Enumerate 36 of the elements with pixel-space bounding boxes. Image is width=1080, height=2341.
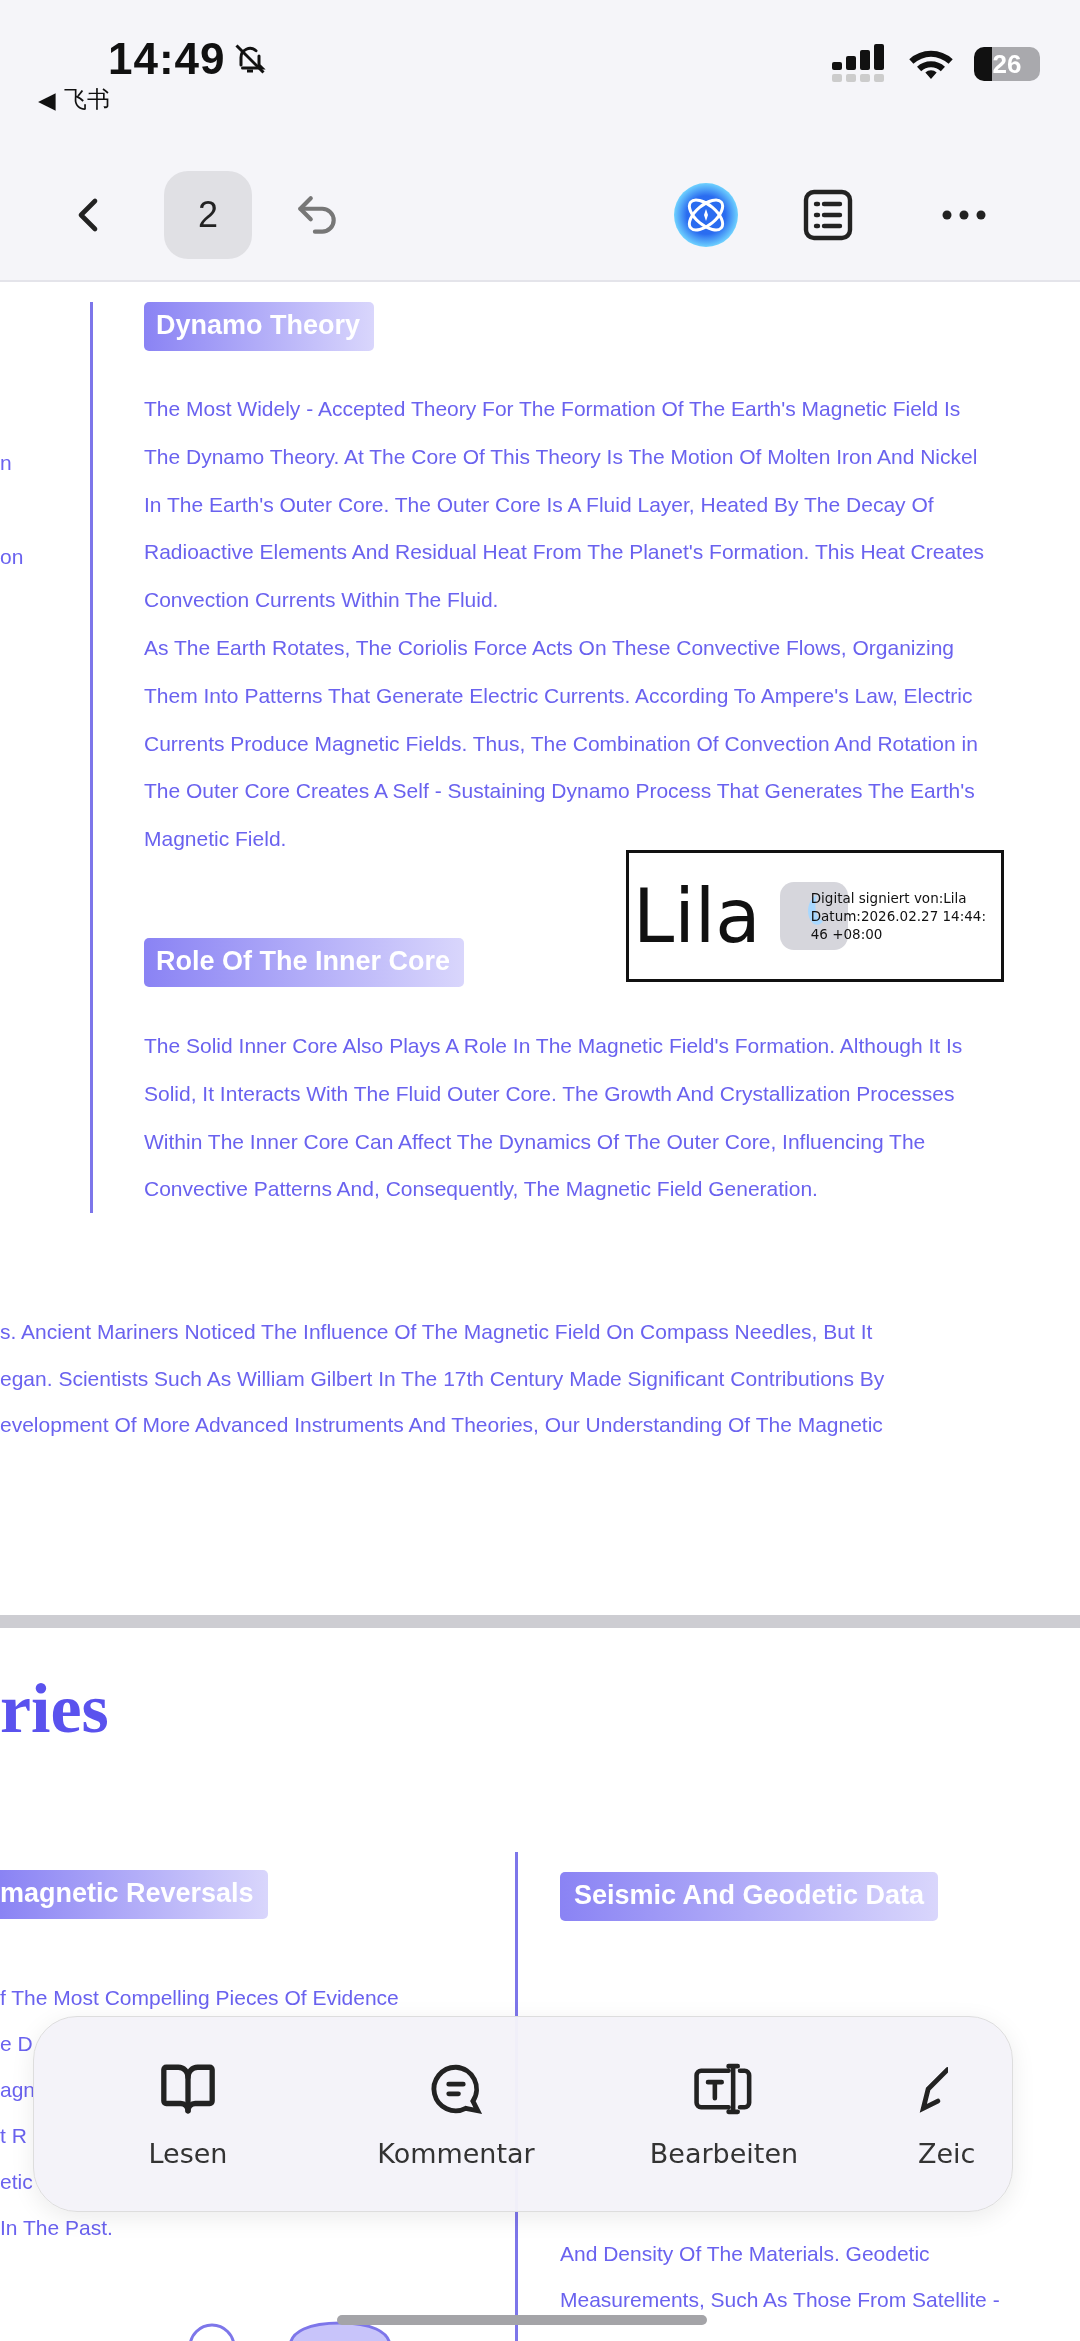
section-heading: Role Of The Inner Core — [144, 937, 465, 987]
text-fragment: on — [0, 545, 25, 569]
text-line: agn — [0, 2077, 36, 2103]
signature-name: Lila — [633, 878, 761, 953]
text-line: e D — [0, 2031, 33, 2057]
list-icon — [802, 188, 854, 242]
battery-icon: 26 — [974, 47, 1040, 81]
back-arrow[interactable]: ◀ — [38, 86, 56, 113]
section-heading: Dynamo Theory — [144, 302, 375, 351]
page-title: ries — [0, 1674, 110, 1744]
paragraph: As The Earth Rotates, The Coriolis Force Acts On These Convective Flows, Organizing Them Into Patterns That Generate Electric Currents. According To Ampere's Law, Electric Currents Produce Magnetic Fields. Thus, The Combination Of Convection And Rotation in The Outer Core Creates A Self - Sustaining Dynamo Process That Generates The Earth's Magnetic Field. — [144, 635, 979, 853]
paragraph: The Most Widely - Accepted Theory For The Formation Of The Earth's Magnetic Field Is The Dynamo Theory. At The Core Of This Theory Is The Motion Of Molten Iron And Nickel In The Earth's Outer Core. The Outer Core Is A Fluid Layer, Heated By The Decay Of Radioactive Elements And Residual Heat From The Planet's Formation. This Heat Creates Convection Currents Within The Fluid. — [144, 396, 986, 614]
toolbar-button[interactable]: Lesen — [54, 2059, 322, 2169]
text-line: f The Most Compelling Pieces Of Evidence — [0, 1985, 399, 2011]
ai-orbit-icon — [672, 181, 740, 249]
toolbar-button[interactable]: Bearbeiten — [590, 2059, 858, 2169]
section-heading: Seismic And Geodetic Data — [560, 1872, 939, 1921]
more-icon — [942, 210, 986, 220]
ai-assistant-button[interactable] — [672, 181, 740, 249]
toolbar-button[interactable]: Zeic — [858, 2059, 1012, 2169]
text-fragment: n — [0, 451, 13, 475]
clock-time: 14:49 — [108, 34, 226, 84]
toolbar-button[interactable]: Kommentar — [322, 2059, 590, 2169]
more-button[interactable] — [942, 210, 986, 220]
text-line: And Density Of The Materials. Geodetic — [560, 2241, 930, 2267]
paragraph: s. Ancient Mariners Noticed The Influence Of The Magnetic Field On Compass Needles, But It egan. Scientists Such As William Gilbert In The 17th Century Made Significant Contributions By evelopment Of More Advanced Instruments And Theories, Our Understanding Of The Magnetic — [0, 1319, 886, 1439]
text-line: In The Past. — [0, 2215, 113, 2241]
back-app-link[interactable]: 飞书 — [63, 84, 110, 115]
signature-details: Digital signiert von:Lila Datum:2026.02.27 14:44: 46 +08:00 — [810, 888, 986, 943]
page-number-button[interactable]: 2 — [164, 171, 252, 259]
paragraph: The Solid Inner Core Also Plays A Role In The Magnetic Field's Formation. Although It Is Solid, It Interacts With The Fluid Outer Core. The Growth And Crystallization Processes Within The Inner Core Can Affect The Dynamics Of The Outer Core, Influencing The Convective Patterns And, Consequently, The Magnetic Field Generation. — [144, 1032, 964, 1203]
section-heading: magnetic Reversals — [0, 1870, 268, 1919]
list-button[interactable] — [802, 188, 854, 242]
text-line: Measurements, Such As Those From Satellite - — [560, 2287, 1000, 2313]
text-line: etic — [0, 2169, 33, 2195]
text-line: t R — [0, 2123, 27, 2149]
